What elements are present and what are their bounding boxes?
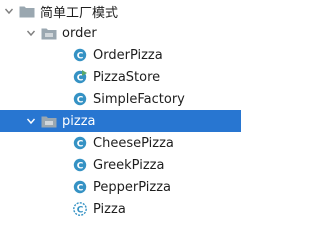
package-folder-icon	[41, 115, 57, 128]
runnable-class-icon: C	[73, 70, 87, 84]
tree-item-label: GreekPizza	[93, 157, 165, 173]
tree-item-label: PepperPizza	[93, 179, 171, 195]
tree-item-greekpizza[interactable]: C GreekPizza	[0, 154, 289, 176]
chevron-down-icon[interactable]	[25, 116, 37, 126]
tree-node-label: pizza	[62, 113, 96, 129]
tree-item-pepperpizza[interactable]: C PepperPizza	[0, 176, 289, 198]
svg-text:C: C	[77, 161, 84, 171]
tree-item-label: OrderPizza	[93, 47, 163, 63]
tree-node-order[interactable]: order	[0, 22, 241, 44]
chevron-down-icon[interactable]	[3, 6, 15, 16]
svg-text:C: C	[77, 51, 84, 61]
tree-item-label: CheesePizza	[93, 135, 174, 151]
class-icon: C	[73, 136, 87, 150]
tree-node-label: 简单工厂模式	[40, 5, 119, 21]
class-icon: C	[73, 180, 87, 194]
svg-text:C: C	[77, 183, 84, 193]
svg-text:C: C	[77, 95, 84, 105]
svg-text:C: C	[77, 139, 84, 149]
svg-text:C: C	[77, 205, 84, 215]
tree-item-simplefactory[interactable]: C SimpleFactory	[0, 88, 289, 110]
tree-item-label: SimpleFactory	[93, 91, 185, 107]
tree-node-label: order	[62, 25, 97, 41]
tree-node-root[interactable]: 简单工厂模式	[0, 0, 219, 22]
class-icon: C	[73, 158, 87, 172]
abstract-class-icon: C	[73, 202, 87, 216]
tree-item-orderpizza[interactable]: C OrderPizza	[0, 44, 289, 66]
tree-item-cheesepizza[interactable]: C CheesePizza	[0, 132, 289, 154]
tree-item-label: PizzaStore	[93, 69, 161, 85]
project-tree: 简单工厂模式 order C OrderPizza C PizzaStore C…	[0, 0, 241, 221]
folder-icon	[19, 5, 35, 18]
tree-node-pizza[interactable]: pizza	[0, 110, 241, 132]
tree-item-pizza[interactable]: C Pizza	[0, 198, 289, 220]
tree-item-pizzastore[interactable]: C PizzaStore	[0, 66, 289, 88]
tree-item-label: Pizza	[93, 201, 126, 217]
class-icon: C	[73, 48, 87, 62]
class-icon: C	[73, 92, 87, 106]
chevron-down-icon[interactable]	[25, 28, 37, 38]
package-folder-icon	[41, 27, 57, 40]
